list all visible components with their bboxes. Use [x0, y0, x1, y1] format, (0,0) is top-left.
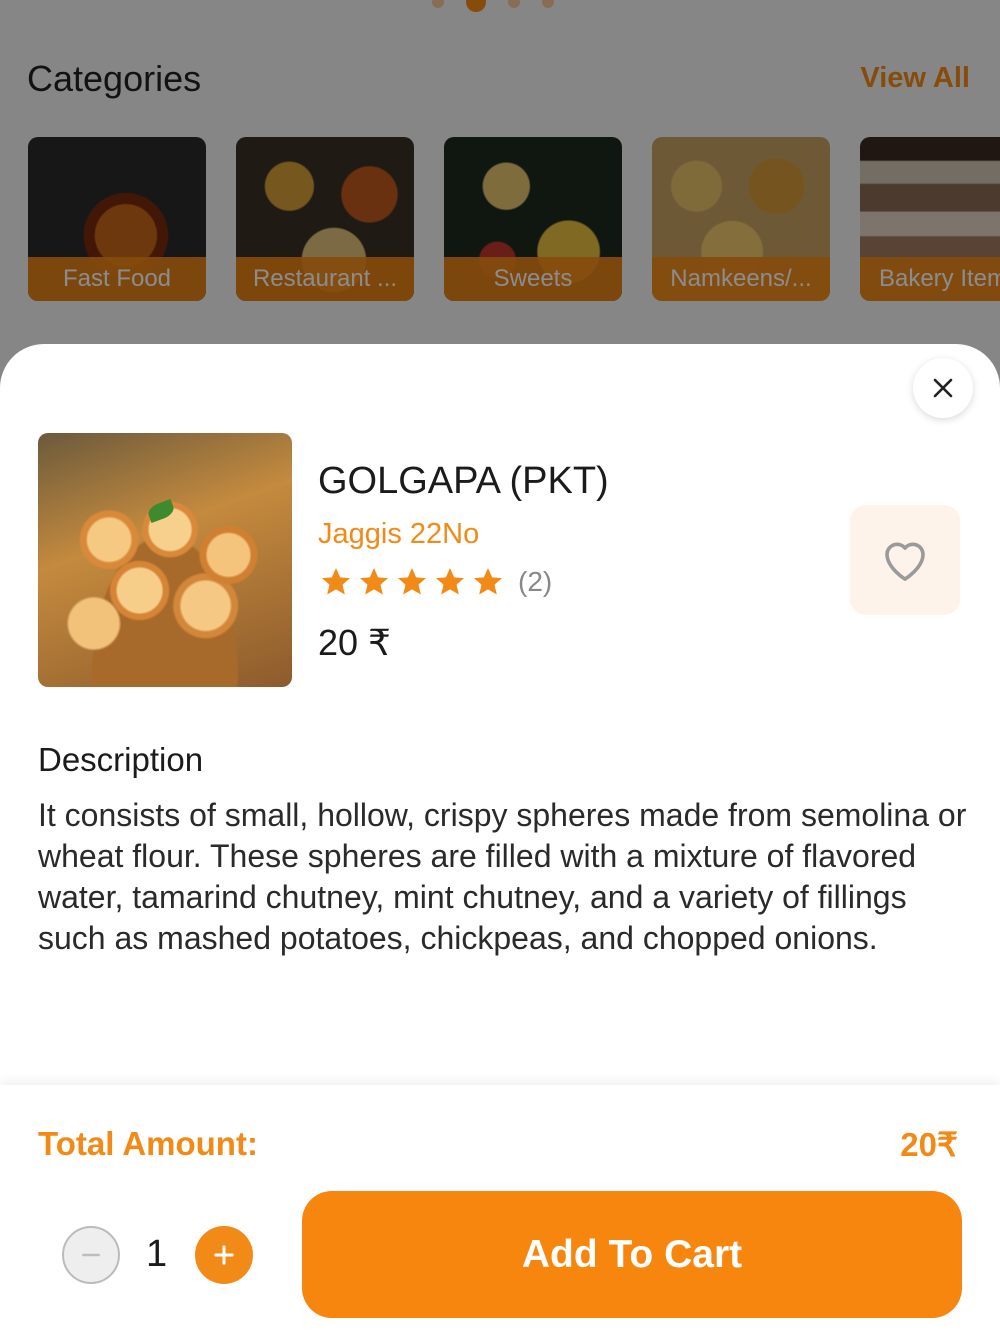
mint-leaf-decoration: [146, 499, 176, 523]
vendor-name[interactable]: Jaggis 22No: [318, 518, 479, 551]
favorite-button[interactable]: [850, 505, 960, 615]
modal-backdrop[interactable]: [0, 0, 1000, 400]
star-icon: [398, 568, 426, 595]
close-button[interactable]: [913, 358, 973, 418]
star-icon: [360, 568, 388, 595]
increase-quantity-button[interactable]: [195, 1226, 253, 1284]
add-to-cart-button[interactable]: Add To Cart: [302, 1191, 962, 1318]
total-amount-value: 20₹: [900, 1126, 958, 1163]
heart-icon: [885, 542, 925, 581]
description-text: It consists of small, hollow, crispy sph…: [38, 797, 967, 956]
description-heading: Description: [38, 741, 204, 778]
star-icon: [436, 568, 464, 595]
star-icon: [474, 568, 502, 595]
product-image: [38, 433, 292, 687]
plus-icon: [214, 1245, 234, 1265]
product-price: 20 ₹: [318, 622, 391, 663]
rating-count: (2): [518, 566, 553, 597]
decrease-quantity-button[interactable]: [62, 1226, 120, 1284]
quantity-value: 1: [146, 1233, 168, 1275]
close-icon: [933, 378, 953, 398]
star-icon: [322, 568, 350, 595]
total-amount-label: Total Amount:: [38, 1125, 258, 1162]
rating: (2): [320, 566, 552, 598]
minus-icon: [82, 1253, 100, 1257]
product-name: GOLGAPA (PKT): [318, 460, 609, 502]
